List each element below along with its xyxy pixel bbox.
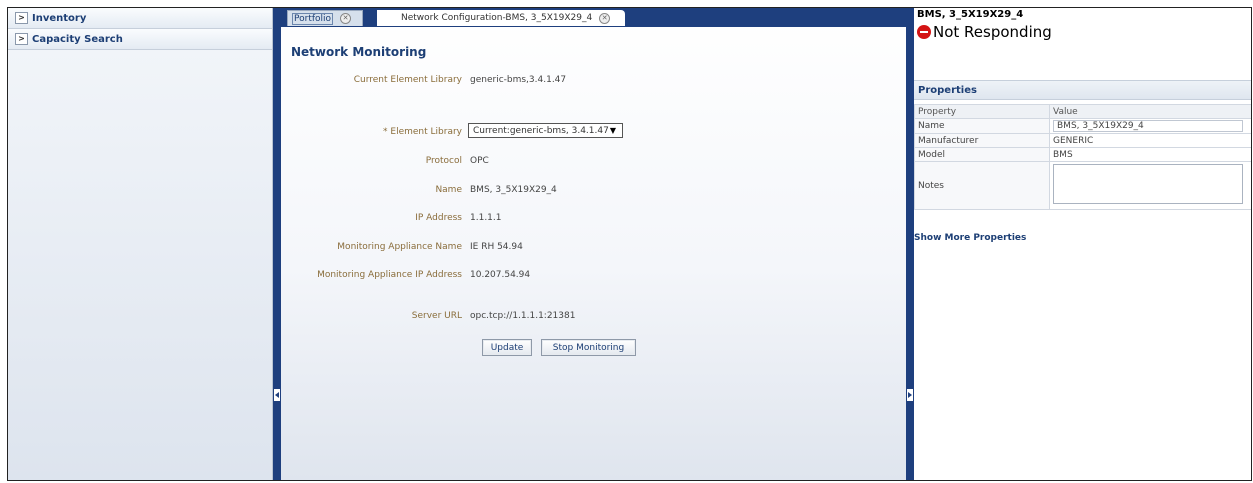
field-value: OPC	[470, 156, 489, 166]
table-header-row: Property Value	[914, 104, 1251, 119]
ip-address-row: IP Address 1.1.1.1	[281, 213, 906, 227]
property-value-cell	[1049, 161, 1251, 210]
tab-portfolio[interactable]: Portfolio ✕	[287, 10, 363, 26]
field-label: Monitoring Appliance Name	[337, 242, 462, 252]
field-label: Protocol	[425, 156, 462, 166]
tab-network-configuration[interactable]: Network Configuration-BMS, 3_5X19X29_4 ✕	[377, 10, 625, 26]
page-title: Network Monitoring	[291, 45, 427, 59]
table-row: Name	[914, 118, 1251, 134]
nav-item-inventory[interactable]: > Inventory	[8, 8, 272, 29]
property-value-cell	[1049, 118, 1251, 134]
notes-textarea[interactable]	[1053, 164, 1243, 204]
field-value: 1.1.1.1	[470, 213, 502, 223]
name-input[interactable]	[1053, 120, 1243, 132]
field-label: Current Element Library	[353, 75, 462, 85]
server-url-row: Server URL opc.tcp://1.1.1.1:21381	[281, 311, 906, 325]
column-header-value: Value	[1049, 104, 1251, 119]
property-label: Notes	[914, 161, 1050, 210]
stop-monitoring-button[interactable]: Stop Monitoring	[541, 339, 636, 356]
status-indicator: Not Responding	[917, 23, 1052, 41]
properties-table: Property Value Name Manufacturer GENERIC…	[914, 104, 1251, 210]
network-config-panel: Portfolio ✕ Network Configuration-BMS, 3…	[281, 8, 906, 480]
property-label: Manufacturer	[914, 133, 1050, 148]
close-icon[interactable]: ✕	[340, 13, 352, 24]
field-label: Monitoring Appliance IP Address	[317, 270, 462, 280]
property-label: Name	[914, 118, 1050, 134]
property-value: BMS	[1049, 147, 1251, 162]
element-library-row: * Element Library Current:generic-bms, 3…	[281, 123, 906, 141]
arrow-left-icon	[275, 392, 279, 398]
table-row: Manufacturer GENERIC	[914, 133, 1251, 148]
chevron-right-icon: >	[15, 33, 28, 45]
properties-header[interactable]: Properties	[914, 80, 1251, 100]
details-panel: BMS, 3_5X19X29_4 Not Responding Properti…	[914, 8, 1251, 480]
table-row: Model BMS	[914, 147, 1251, 162]
field-value: 10.207.54.94	[470, 270, 531, 280]
collapse-left-handle[interactable]	[274, 389, 280, 401]
right-splitter[interactable]	[906, 8, 914, 480]
status-text: Not Responding	[933, 23, 1052, 41]
not-responding-icon	[917, 25, 931, 39]
close-icon[interactable]: ✕	[599, 12, 611, 24]
table-row: Notes	[914, 161, 1251, 210]
collapse-right-handle[interactable]	[907, 389, 913, 401]
chevron-right-icon: >	[15, 12, 28, 24]
name-row: Name BMS, 3_5X19X29_4	[281, 185, 906, 199]
left-splitter[interactable]	[273, 8, 281, 480]
field-label: Server URL	[411, 311, 462, 321]
field-value: BMS, 3_5X19X29_4	[470, 185, 557, 195]
property-label: Model	[914, 147, 1050, 162]
tab-label: Portfolio	[292, 12, 334, 25]
nav-item-capacity-search[interactable]: > Capacity Search	[8, 29, 272, 50]
app-window: > Inventory > Capacity Search Portfolio …	[7, 7, 1252, 481]
protocol-row: Protocol OPC	[281, 156, 906, 170]
device-title: BMS, 3_5X19X29_4	[917, 9, 1024, 20]
element-library-select[interactable]: Current:generic-bms, 3.4.1.47 ▼	[468, 123, 623, 138]
appliance-name-row: Monitoring Appliance Name IE RH 54.94	[281, 242, 906, 256]
property-value: GENERIC	[1049, 133, 1251, 148]
field-value: generic-bms,3.4.1.47	[470, 75, 567, 85]
field-label: Name	[435, 185, 462, 195]
select-value: Current:generic-bms, 3.4.1.47	[473, 125, 609, 136]
appliance-ip-row: Monitoring Appliance IP Address 10.207.5…	[281, 270, 906, 284]
field-value: IE RH 54.94	[470, 242, 523, 252]
nav-item-label: Capacity Search	[32, 33, 123, 45]
nav-item-label: Inventory	[32, 12, 87, 24]
field-value: opc.tcp://1.1.1.1:21381	[470, 311, 576, 321]
field-label: IP Address	[415, 213, 462, 223]
tab-bar: Portfolio ✕ Network Configuration-BMS, 3…	[281, 8, 906, 27]
dropdown-arrow-icon: ▼	[609, 126, 616, 135]
current-element-library-row: Current Element Library generic-bms,3.4.…	[281, 75, 906, 89]
update-button[interactable]: Update	[482, 339, 532, 356]
arrow-right-icon	[908, 392, 912, 398]
column-header-property: Property	[914, 104, 1050, 119]
tab-label: Network Configuration-BMS, 3_5X19X29_4	[401, 13, 593, 23]
left-nav: > Inventory > Capacity Search	[8, 8, 273, 480]
show-more-properties-link[interactable]: Show More Properties	[914, 233, 1026, 243]
field-label: * Element Library	[383, 127, 462, 137]
